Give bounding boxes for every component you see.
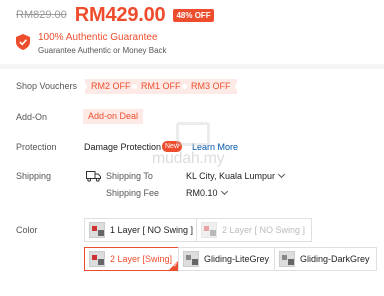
color-option-1-layer-no-swing[interactable]: 1 Layer [ NO Swing ] <box>84 218 201 242</box>
guarantee-subtitle: Guarantee Authentic or Money Back <box>38 46 167 55</box>
watermark-logo <box>176 122 210 146</box>
shipping-label: Shipping <box>16 171 52 181</box>
color-option-2-layer-swing[interactable]: 2 Layer [Swing] <box>84 247 180 271</box>
color-option-gliding-litegrey[interactable]: Gliding-LiteGrey <box>178 247 277 271</box>
guarantee-title: 100% Authentic Guarantee <box>38 32 158 43</box>
chevron-down-icon <box>220 187 228 196</box>
product-thumbnail <box>279 251 295 267</box>
current-price: RM429.00 <box>74 3 166 26</box>
watermark-text: mudah.my <box>152 150 225 167</box>
discount-badge: 48% OFF <box>173 8 214 22</box>
product-thumbnail <box>183 251 199 267</box>
chevron-down-icon <box>278 170 286 179</box>
product-thumbnail <box>89 222 105 238</box>
shipping-fee-value: RM0.10 <box>186 188 218 198</box>
addon-label: Add-On <box>16 112 48 122</box>
voucher-chip[interactable]: RM2 OFF <box>82 79 139 94</box>
color-option-label: 2 Layer [Swing] <box>110 254 173 264</box>
color-label: Color <box>16 225 38 235</box>
shipping-fee-label: Shipping Fee <box>106 188 160 198</box>
addon-deal-button[interactable]: Add-on Deal <box>83 109 144 124</box>
protection-label: Protection <box>16 142 57 152</box>
section-divider <box>0 64 384 69</box>
price-row: RM829.00 RM429.00 48% OFF <box>16 4 214 26</box>
color-option-label: 1 Layer [ NO Swing ] <box>110 225 194 235</box>
original-price: RM829.00 <box>16 9 67 21</box>
vouchers-label: Shop Vouchers <box>16 81 78 91</box>
truck-icon <box>86 171 101 182</box>
color-option-label: Gliding-LiteGrey <box>204 254 270 264</box>
selected-check-icon <box>169 261 179 270</box>
voucher-chip[interactable]: RM3 OFF <box>182 79 239 94</box>
shipping-to-value: KL City, Kuala Lumpur <box>186 171 276 181</box>
product-thumbnail <box>89 251 105 267</box>
shipping-to-selector[interactable]: KL City, Kuala Lumpur <box>186 170 286 181</box>
color-option-label: Gliding-DarkGrey <box>300 254 370 264</box>
voucher-chip[interactable]: RM1 OFF <box>132 79 189 94</box>
damage-protection-text: Damage Protection <box>84 142 162 152</box>
shield-check-icon <box>16 34 30 50</box>
shipping-to-label: Shipping To <box>106 171 153 181</box>
shipping-fee-selector[interactable]: RM0.10 <box>186 187 228 198</box>
product-thumbnail <box>201 222 217 238</box>
color-option-gliding-darkgrey[interactable]: Gliding-DarkGrey <box>274 247 377 271</box>
authentic-guarantee[interactable]: 100% Authentic Guarantee Guarantee Authe… <box>16 31 167 57</box>
color-option-label: 2 Layer [ NO Swing ] <box>222 225 306 235</box>
color-option-2-layer-no-swing: 2 Layer [ NO Swing ] <box>196 218 313 242</box>
